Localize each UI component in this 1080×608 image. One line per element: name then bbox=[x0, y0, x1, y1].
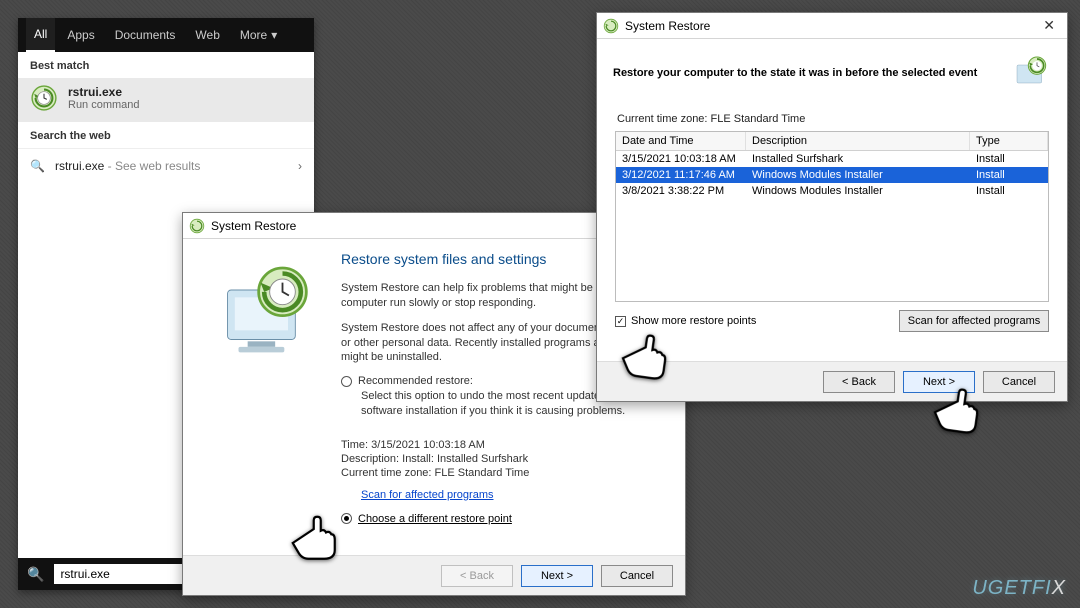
scan-affected-button[interactable]: Scan for affected programs bbox=[899, 310, 1049, 332]
restore-points-table: Date and Time Description Type 3/15/2021… bbox=[615, 131, 1049, 302]
search-tab-apps[interactable]: Apps bbox=[59, 18, 102, 52]
restore-icon bbox=[1011, 53, 1051, 93]
search-web-row[interactable]: 🔍 rstrui.exe - See web results › bbox=[18, 148, 314, 183]
restore-list-heading: Restore your computer to the state it wa… bbox=[613, 67, 999, 79]
best-match-row[interactable]: rstrui.exe Run command bbox=[18, 78, 314, 122]
cancel-button[interactable]: Cancel bbox=[983, 371, 1055, 393]
choose-different-radio[interactable]: Choose a different restore point bbox=[341, 513, 667, 525]
back-button[interactable]: < Back bbox=[823, 371, 895, 393]
search-tab-all[interactable]: All bbox=[26, 18, 55, 52]
search-tabs: All Apps Documents Web More▾ bbox=[18, 18, 314, 52]
search-icon: 🔍 bbox=[30, 159, 45, 173]
search-web-label: Search the web bbox=[18, 122, 314, 148]
table-row[interactable]: 3/15/2021 10:03:18 AMInstalled Surfshark… bbox=[616, 151, 1048, 167]
restore-hero-icon bbox=[211, 257, 321, 367]
search-tab-web[interactable]: Web bbox=[187, 18, 227, 52]
cancel-button[interactable]: Cancel bbox=[601, 565, 673, 587]
scan-affected-link[interactable]: Scan for affected programs bbox=[361, 489, 493, 501]
restore-tz: Current time zone: FLE Standard Time bbox=[341, 467, 667, 479]
col-datetime[interactable]: Date and Time bbox=[616, 132, 746, 150]
timezone-label: Current time zone: FLE Standard Time bbox=[597, 111, 1067, 131]
wizard-footer: < Back Next > Cancel bbox=[597, 361, 1067, 401]
col-description[interactable]: Description bbox=[746, 132, 970, 150]
best-match-title: rstrui.exe bbox=[68, 85, 140, 99]
watermark: UGETFIX bbox=[972, 577, 1066, 600]
system-restore-list-window: System Restore ✕ Restore your computer t… bbox=[596, 12, 1068, 402]
restore-desc-line: Description: Install: Installed Surfshar… bbox=[341, 453, 667, 465]
table-row[interactable]: 3/8/2021 3:38:22 PMWindows Modules Insta… bbox=[616, 183, 1048, 199]
restore-time: Time: 3/15/2021 10:03:18 AM bbox=[341, 439, 667, 451]
search-tab-documents[interactable]: Documents bbox=[107, 18, 184, 52]
titlebar: System Restore ✕ bbox=[597, 13, 1067, 39]
search-icon: 🔍 bbox=[25, 566, 46, 583]
next-button[interactable]: Next > bbox=[903, 371, 975, 393]
col-type[interactable]: Type bbox=[970, 132, 1048, 150]
best-match-sub: Run command bbox=[68, 99, 140, 111]
best-match-label: Best match bbox=[18, 52, 314, 78]
show-more-checkbox[interactable]: Show more restore points bbox=[615, 315, 756, 327]
table-row[interactable]: 3/12/2021 11:17:46 AMWindows Modules Ins… bbox=[616, 167, 1048, 183]
chevron-right-icon: › bbox=[298, 159, 302, 173]
restore-icon bbox=[189, 218, 205, 234]
restore-icon bbox=[30, 84, 58, 112]
close-button[interactable]: ✕ bbox=[1037, 17, 1061, 34]
wizard-footer: < Back Next > Cancel bbox=[183, 555, 685, 595]
window-title: System Restore bbox=[625, 19, 710, 33]
next-button[interactable]: Next > bbox=[521, 565, 593, 587]
back-button: < Back bbox=[441, 565, 513, 587]
window-title: System Restore bbox=[211, 219, 296, 233]
restore-icon bbox=[603, 18, 619, 34]
search-tab-more[interactable]: More▾ bbox=[232, 18, 285, 52]
